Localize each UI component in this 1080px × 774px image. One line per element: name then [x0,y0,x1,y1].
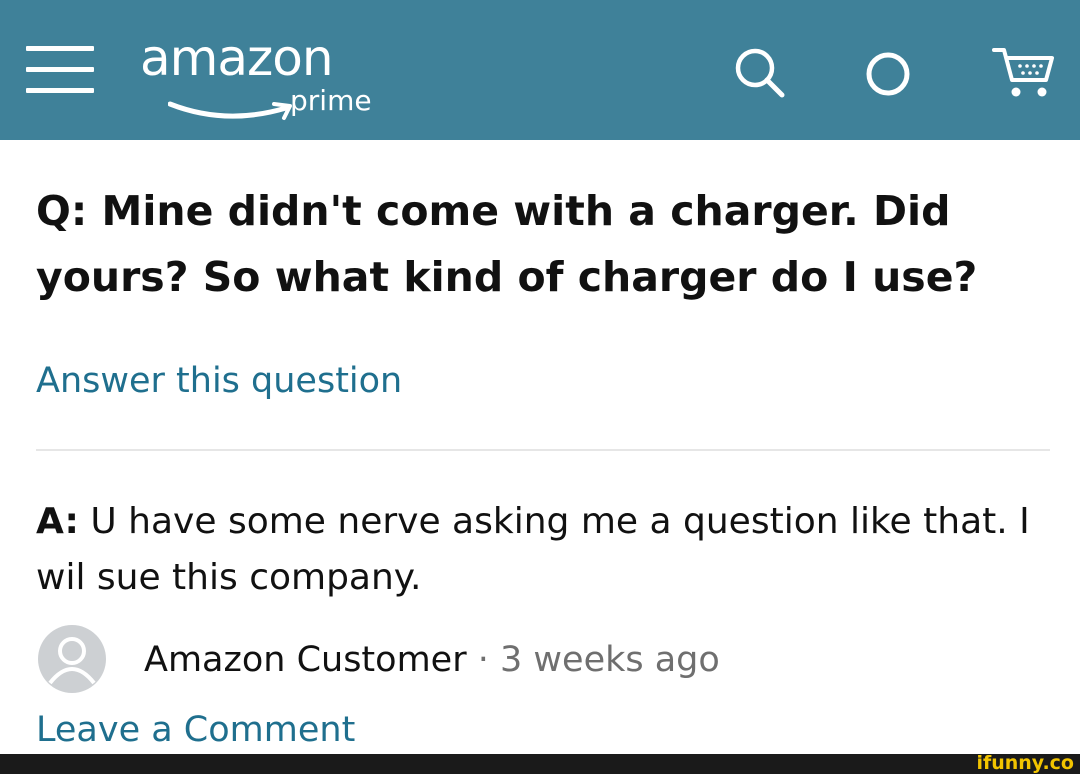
top-navigation-bar: amazon prime [0,0,1080,140]
ifunny-watermark: ifunny.co [976,752,1074,774]
answer-text: A: U have some nerve asking me a questio… [36,494,1056,606]
divider [36,449,1050,451]
voice-icon[interactable] [858,42,918,102]
author-name: Amazon Customer [144,640,467,680]
author-separator: · [477,640,489,680]
question-text: Q: Mine didn't come with a charger. Did … [36,187,978,301]
logo-wordmark: amazon [140,29,334,87]
answer-body: U have some nerve asking me a question l… [36,501,1030,598]
cart-icon[interactable] [990,42,1060,102]
answer-timestamp: 3 weeks ago [500,640,720,680]
watermark-bar [0,754,1080,774]
user-icon [48,637,96,685]
menu-icon[interactable] [26,42,94,98]
logo-smile-arrow [168,101,292,120]
search-icon[interactable] [730,42,790,102]
answer-prefix: A: [36,501,79,542]
answer-this-question-link[interactable]: Answer this question [36,355,402,407]
avatar [38,625,106,693]
author-line: Amazon Customer · 3 weeks ago [144,634,720,686]
leave-a-comment-link[interactable]: Leave a Comment [36,704,355,756]
amazon-prime-logo[interactable]: amazon prime [140,28,420,128]
logo-prime-label: prime [290,84,372,117]
